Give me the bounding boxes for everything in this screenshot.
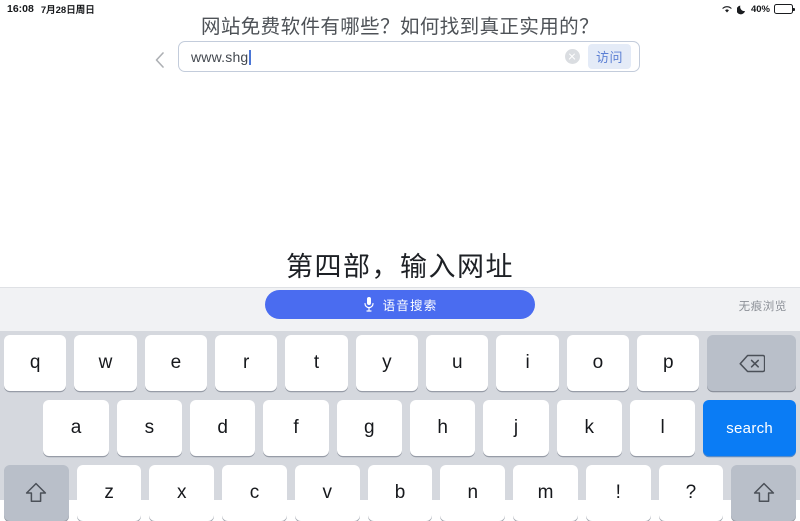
key-x[interactable]: x xyxy=(149,465,215,521)
key-k[interactable]: k xyxy=(556,400,622,456)
url-input-value: www.shg xyxy=(191,49,565,65)
url-input[interactable]: www.shg 访问 xyxy=(178,41,640,72)
key-i[interactable]: i xyxy=(496,335,559,391)
key-label: g xyxy=(364,417,375,438)
microphone-icon xyxy=(363,296,375,313)
key-label: c xyxy=(249,482,260,503)
key-label: l xyxy=(660,417,665,438)
key-t[interactable]: t xyxy=(285,335,348,391)
key-m[interactable]: m xyxy=(513,465,578,521)
status-date: 7月28日周日 xyxy=(40,5,95,16)
text-caret xyxy=(249,49,251,65)
key-label: q xyxy=(29,352,41,373)
key-u[interactable]: u xyxy=(426,335,489,391)
browser-address-bar: www.shg 访问 xyxy=(0,20,800,72)
key-label: r xyxy=(243,352,250,373)
key-label: j xyxy=(513,417,519,438)
keyboard-row-2: a s d f g h j k l search xyxy=(0,400,800,456)
key-l[interactable]: l xyxy=(629,400,696,456)
key-label: d xyxy=(217,417,228,438)
battery-percent-label: 40% xyxy=(750,3,770,15)
key-v[interactable]: v xyxy=(294,465,360,521)
voice-search-label: 语音搜索 xyxy=(382,299,438,313)
key-f[interactable]: f xyxy=(263,400,329,456)
key-label: s xyxy=(144,417,155,438)
status-bar-right: 40% xyxy=(721,3,795,15)
key-label: ? xyxy=(685,482,697,503)
shift-icon xyxy=(752,481,776,505)
key-r[interactable]: r xyxy=(215,335,278,391)
on-screen-keyboard: q w e r t y u i o p a s d f g h j k l search z x c v b n m!? xyxy=(0,331,800,521)
key-n[interactable]: n xyxy=(440,465,506,521)
key-label: z xyxy=(104,482,114,503)
key-label: o xyxy=(592,352,604,373)
status-bar: 16:08 7月28日周日 40% xyxy=(0,0,800,18)
shift-key[interactable] xyxy=(3,465,69,521)
key-o[interactable]: o xyxy=(566,335,630,391)
key-label: y xyxy=(382,352,392,373)
clear-circle-icon[interactable] xyxy=(564,49,580,64)
backspace-key[interactable] xyxy=(707,335,796,391)
key-label: search xyxy=(726,419,774,437)
moon-icon xyxy=(736,4,747,15)
key-label: m xyxy=(537,482,554,503)
key-label: b xyxy=(394,482,406,503)
key-e[interactable]: e xyxy=(144,335,208,391)
keyboard-row-1: qwertyuiop xyxy=(0,335,800,391)
key-label: u xyxy=(451,352,463,373)
key-label: f xyxy=(293,417,299,438)
status-time: 16:08 xyxy=(7,3,34,15)
key-label: x xyxy=(177,482,187,503)
key-p[interactable]: p xyxy=(637,335,700,391)
battery-icon xyxy=(774,4,795,14)
keyboard-row-3: z x c v b n m!? xyxy=(0,465,800,521)
key-label: h xyxy=(437,417,448,438)
wifi-icon xyxy=(721,4,733,14)
key-label: n xyxy=(467,482,479,503)
key-d[interactable]: d xyxy=(189,400,256,456)
key-label: a xyxy=(70,417,82,438)
backspace-icon xyxy=(739,354,765,373)
key-label: w xyxy=(98,352,113,373)
key-label: i xyxy=(525,352,530,373)
key-label: ! xyxy=(615,482,621,503)
shift-key[interactable] xyxy=(731,465,797,521)
key-c[interactable]: c xyxy=(222,465,287,521)
status-bar-left: 16:08 7月28日周日 xyxy=(7,2,95,16)
key-y[interactable]: y xyxy=(355,335,419,391)
chevron-left-icon[interactable] xyxy=(152,50,168,70)
key-label: v xyxy=(322,482,333,503)
voice-search-button[interactable]: 语音搜索 xyxy=(265,290,535,319)
search-key[interactable]: search xyxy=(703,400,797,456)
visit-button[interactable]: 访问 xyxy=(587,44,631,69)
key-a[interactable]: a xyxy=(43,400,109,456)
key-label: e xyxy=(170,352,182,373)
key-z[interactable]: z xyxy=(76,465,142,521)
key-b[interactable]: b xyxy=(367,465,433,521)
key-q[interactable]: q xyxy=(4,335,67,391)
keyboard-row-spacer xyxy=(4,400,35,456)
key-label: t xyxy=(313,352,320,373)
shift-icon xyxy=(24,481,48,505)
key-s[interactable]: s xyxy=(116,400,182,456)
key-w[interactable]: w xyxy=(74,335,137,391)
key-label: p xyxy=(662,352,674,373)
incognito-label[interactable]: 无痕浏览 xyxy=(739,298,787,314)
key-h[interactable]: h xyxy=(409,400,476,456)
key-![interactable]: ! xyxy=(585,465,651,521)
key-j[interactable]: j xyxy=(483,400,549,456)
key-g[interactable]: g xyxy=(336,400,402,456)
step-caption: 第四部，输入网址 xyxy=(286,252,514,282)
key-?[interactable]: ? xyxy=(658,465,724,521)
key-label: k xyxy=(584,417,595,438)
